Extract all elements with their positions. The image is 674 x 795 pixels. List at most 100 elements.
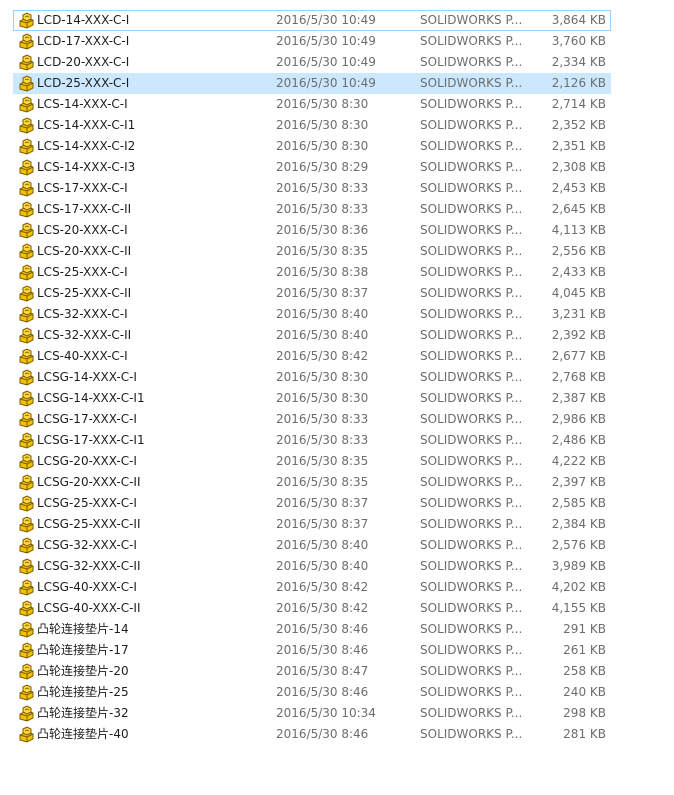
- file-date-modified: 2016/5/30 8:29: [276, 160, 369, 174]
- file-name: LCD-25-XXX-C-I: [37, 76, 130, 90]
- file-type: SOLIDWORKS P...: [420, 391, 523, 405]
- file-name: 凸轮连接垫片-25: [37, 685, 129, 699]
- solidworks-part-icon: [18, 514, 36, 535]
- file-row[interactable]: LCSG-32-XXX-C-I 2016/5/30 8:40 SOLIDWORKS …: [13, 535, 611, 556]
- file-name: LCSG-14-XXX-C-I1: [37, 391, 145, 405]
- file-date-modified: 2016/5/30 8:38: [276, 265, 369, 279]
- file-row[interactable]: LCD-25-XXX-C-I 2016/5/30 10:49 SOLIDWORKS …: [13, 73, 611, 94]
- file-row[interactable]: 凸轮连接垫片-14 2016/5/30 8:46 SOLIDWORKS P... 29…: [13, 619, 611, 640]
- file-row[interactable]: LCSG-20-XXX-C-I 2016/5/30 8:35 SOLIDWORKS …: [13, 451, 611, 472]
- file-size: 4,222 KB: [551, 454, 606, 468]
- file-row[interactable]: 凸轮连接垫片-25 2016/5/30 8:46 SOLIDWORKS P... 24…: [13, 682, 611, 703]
- file-row[interactable]: LCS-20-XXX-C-I 2016/5/30 8:36 SOLIDWORKS P…: [13, 220, 611, 241]
- file-name: LCS-14-XXX-C-I2: [37, 139, 136, 153]
- file-name: LCS-14-XXX-C-I3: [37, 160, 136, 174]
- solidworks-part-icon: [18, 472, 36, 493]
- file-row[interactable]: 凸轮连接垫片-40 2016/5/30 8:46 SOLIDWORKS P... 28…: [13, 724, 611, 745]
- file-row[interactable]: LCS-14-XXX-C-I2 2016/5/30 8:30 SOLIDWORKS …: [13, 136, 611, 157]
- solidworks-part-icon: [18, 640, 36, 661]
- file-name: LCD-17-XXX-C-I: [37, 34, 130, 48]
- file-row[interactable]: LCSG-40-XXX-C-I 2016/5/30 8:42 SOLIDWORKS …: [13, 577, 611, 598]
- solidworks-part-icon: [18, 52, 36, 73]
- file-row[interactable]: LCS-32-XXX-C-I 2016/5/30 8:40 SOLIDWORKS P…: [13, 304, 611, 325]
- file-row[interactable]: LCS-40-XXX-C-I 2016/5/30 8:42 SOLIDWORKS P…: [13, 346, 611, 367]
- solidworks-part-icon: [18, 556, 36, 577]
- file-name: LCSG-14-XXX-C-I: [37, 370, 137, 384]
- file-size: 261 KB: [563, 643, 606, 657]
- file-row[interactable]: LCS-20-XXX-C-II 2016/5/30 8:35 SOLIDWORKS …: [13, 241, 611, 262]
- file-row[interactable]: LCS-32-XXX-C-II 2016/5/30 8:40 SOLIDWORKS …: [13, 325, 611, 346]
- file-date-modified: 2016/5/30 8:46: [276, 685, 369, 699]
- file-type: SOLIDWORKS P...: [420, 643, 523, 657]
- file-name: LCS-25-XXX-C-II: [37, 286, 132, 300]
- solidworks-part-icon: [18, 115, 36, 136]
- file-row[interactable]: LCD-17-XXX-C-I 2016/5/30 10:49 SOLIDWORKS …: [13, 31, 611, 52]
- file-type: SOLIDWORKS P...: [420, 727, 523, 741]
- file-size: 2,453 KB: [551, 181, 606, 195]
- file-date-modified: 2016/5/30 8:30: [276, 139, 369, 153]
- file-size: 2,126 KB: [551, 76, 606, 90]
- file-date-modified: 2016/5/30 8:36: [276, 223, 369, 237]
- file-size: 4,113 KB: [551, 223, 606, 237]
- file-date-modified: 2016/5/30 8:42: [276, 580, 369, 594]
- solidworks-part-icon: [18, 10, 36, 31]
- file-size: 3,231 KB: [551, 307, 606, 321]
- file-date-modified: 2016/5/30 8:33: [276, 181, 369, 195]
- file-date-modified: 2016/5/30 8:40: [276, 538, 369, 552]
- file-date-modified: 2016/5/30 10:49: [276, 13, 376, 27]
- file-type: SOLIDWORKS P...: [420, 55, 523, 69]
- file-date-modified: 2016/5/30 8:30: [276, 118, 369, 132]
- file-row[interactable]: LCSG-17-XXX-C-I 2016/5/30 8:33 SOLIDWORKS …: [13, 409, 611, 430]
- solidworks-part-icon: [18, 220, 36, 241]
- file-row[interactable]: LCS-17-XXX-C-II 2016/5/30 8:33 SOLIDWORKS …: [13, 199, 611, 220]
- file-row[interactable]: LCSG-17-XXX-C-I1 2016/5/30 8:33 SOLIDWORKS…: [13, 430, 611, 451]
- file-date-modified: 2016/5/30 8:35: [276, 244, 369, 258]
- solidworks-part-icon: [18, 619, 36, 640]
- file-name: LCS-17-XXX-C-II: [37, 202, 132, 216]
- file-type: SOLIDWORKS P...: [420, 433, 523, 447]
- file-size: 3,989 KB: [551, 559, 606, 573]
- file-name: LCS-14-XXX-C-I1: [37, 118, 136, 132]
- file-name: LCSG-40-XXX-C-I: [37, 580, 137, 594]
- file-row[interactable]: LCSG-40-XXX-C-II 2016/5/30 8:42 SOLIDWORKS…: [13, 598, 611, 619]
- file-name: LCS-32-XXX-C-I: [37, 307, 128, 321]
- solidworks-part-icon: [18, 409, 36, 430]
- file-row[interactable]: LCS-25-XXX-C-II 2016/5/30 8:37 SOLIDWORKS …: [13, 283, 611, 304]
- file-row[interactable]: LCD-14-XXX-C-I 2016/5/30 10:49 SOLIDWORKS …: [13, 10, 611, 31]
- file-row[interactable]: LCS-14-XXX-C-I1 2016/5/30 8:30 SOLIDWORKS …: [13, 115, 611, 136]
- solidworks-part-icon: [18, 157, 36, 178]
- solidworks-part-icon: [18, 451, 36, 472]
- file-type: SOLIDWORKS P...: [420, 286, 523, 300]
- file-row[interactable]: 凸轮连接垫片-32 2016/5/30 10:34 SOLIDWORKS P... 2…: [13, 703, 611, 724]
- file-size: 2,384 KB: [551, 517, 606, 531]
- file-name: LCSG-25-XXX-C-I: [37, 496, 137, 510]
- file-size: 291 KB: [563, 622, 606, 636]
- file-size: 2,397 KB: [551, 475, 606, 489]
- file-name: LCS-32-XXX-C-II: [37, 328, 132, 342]
- file-row[interactable]: 凸轮连接垫片-17 2016/5/30 8:46 SOLIDWORKS P... 26…: [13, 640, 611, 661]
- file-row[interactable]: LCD-20-XXX-C-I 2016/5/30 10:49 SOLIDWORKS …: [13, 52, 611, 73]
- file-type: SOLIDWORKS P...: [420, 601, 523, 615]
- file-row[interactable]: LCSG-14-XXX-C-I1 2016/5/30 8:30 SOLIDWORKS…: [13, 388, 611, 409]
- solidworks-part-icon: [18, 598, 36, 619]
- file-name: LCS-25-XXX-C-I: [37, 265, 128, 279]
- file-type: SOLIDWORKS P...: [420, 265, 523, 279]
- file-row[interactable]: LCSG-14-XXX-C-I 2016/5/30 8:30 SOLIDWORKS …: [13, 367, 611, 388]
- file-row[interactable]: LCS-25-XXX-C-I 2016/5/30 8:38 SOLIDWORKS P…: [13, 262, 611, 283]
- file-date-modified: 2016/5/30 8:46: [276, 622, 369, 636]
- file-name: LCSG-20-XXX-C-II: [37, 475, 141, 489]
- file-type: SOLIDWORKS P...: [420, 139, 523, 153]
- file-row[interactable]: LCSG-25-XXX-C-I 2016/5/30 8:37 SOLIDWORKS …: [13, 493, 611, 514]
- file-name: LCD-14-XXX-C-I: [37, 13, 130, 27]
- file-row[interactable]: LCS-14-XXX-C-I 2016/5/30 8:30 SOLIDWORKS P…: [13, 94, 611, 115]
- file-name: LCS-14-XXX-C-I: [37, 97, 128, 111]
- file-size: 4,202 KB: [551, 580, 606, 594]
- file-row[interactable]: LCS-17-XXX-C-I 2016/5/30 8:33 SOLIDWORKS P…: [13, 178, 611, 199]
- file-row[interactable]: LCSG-20-XXX-C-II 2016/5/30 8:35 SOLIDWORKS…: [13, 472, 611, 493]
- file-row[interactable]: LCSG-32-XXX-C-II 2016/5/30 8:40 SOLIDWORKS…: [13, 556, 611, 577]
- file-row[interactable]: LCS-14-XXX-C-I3 2016/5/30 8:29 SOLIDWORKS …: [13, 157, 611, 178]
- file-type: SOLIDWORKS P...: [420, 244, 523, 258]
- file-row[interactable]: LCSG-25-XXX-C-II 2016/5/30 8:37 SOLIDWORKS…: [13, 514, 611, 535]
- file-row[interactable]: 凸轮连接垫片-20 2016/5/30 8:47 SOLIDWORKS P... 25…: [13, 661, 611, 682]
- file-name: 凸轮连接垫片-40: [37, 727, 129, 741]
